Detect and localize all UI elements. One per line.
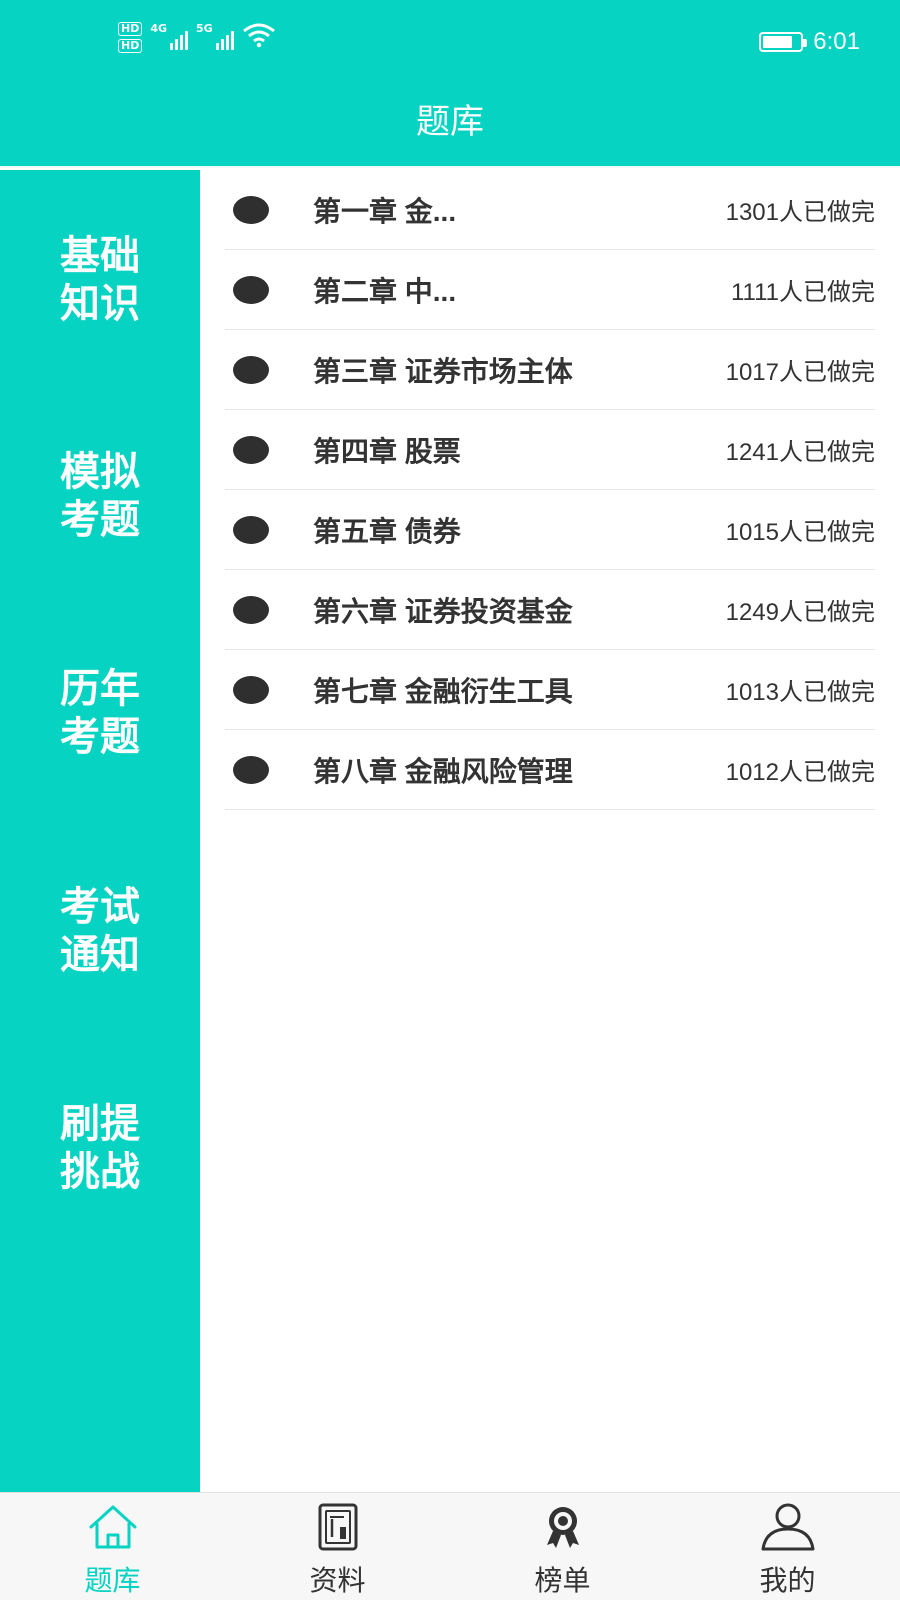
chapter-title: 第六章 证券投资基金 (313, 595, 573, 627)
tab-label: 资料 (309, 1564, 366, 1597)
chapter-row[interactable]: 第七章 金融衍生工具 1013人已做完 (225, 650, 875, 730)
chapter-row[interactable]: 第五章 债券 1015人已做完 (225, 490, 875, 570)
network-type-2: 5G (196, 22, 213, 35)
sidebar-item-label-2: 知识 (60, 281, 140, 327)
sidebar: 基础 知识 模拟 考题 历年 考题 考试 通知 刷提 挑战 (0, 170, 200, 1492)
sidebar-item-challenge[interactable]: 刷提 挑战 (0, 1100, 200, 1196)
completed-count: 1013人已做完 (725, 679, 875, 706)
sidebar-item-label-2: 通知 (60, 932, 140, 978)
chapter-title: 第三章 证券市场主体 (313, 355, 573, 387)
chapter-row[interactable]: 第三章 证券市场主体 1017人已做完 (225, 330, 875, 410)
sidebar-item-basic-knowledge[interactable]: 基础 知识 (0, 232, 200, 328)
completed-count: 1017人已做完 (725, 359, 875, 386)
tab-label: 题库 (84, 1564, 141, 1597)
tab-question-bank[interactable]: 题库 (0, 1493, 225, 1600)
tab-label: 榜单 (534, 1564, 591, 1597)
bullet-icon (233, 275, 269, 304)
chapter-title: 第二章 中... (313, 275, 457, 307)
chapter-title: 第五章 债券 (313, 515, 461, 547)
completed-count: 1111人已做完 (730, 279, 875, 306)
document-icon (318, 1503, 357, 1551)
status-right: 6:01 (759, 28, 860, 56)
user-icon (761, 1503, 814, 1551)
sidebar-item-label-1: 模拟 (60, 449, 140, 495)
sidebar-item-past-exams[interactable]: 历年 考题 (0, 665, 200, 761)
network-type-1: 4G (150, 22, 168, 35)
completed-count: 1241人已做完 (725, 439, 875, 466)
page-header: 题库 (0, 84, 900, 168)
completed-count: 1015人已做完 (725, 519, 875, 546)
wifi-icon (242, 23, 275, 48)
hd1-label: HD (118, 22, 143, 36)
status-left: HD HD 4G 5G (118, 22, 276, 53)
bullet-icon (233, 355, 269, 384)
tab-materials[interactable]: 资料 (225, 1493, 450, 1600)
bottom-nav: 题库 资料 榜单 我的 (0, 1492, 900, 1600)
sidebar-item-label-1: 刷提 (60, 1101, 140, 1147)
chapter-title: 第七章 金融衍生工具 (313, 675, 573, 707)
sidebar-item-mock-exam[interactable]: 模拟 考题 (0, 448, 200, 544)
sidebar-item-label-2: 挑战 (60, 1149, 140, 1195)
tab-profile[interactable]: 我的 (675, 1493, 900, 1600)
hd-icon: HD HD (118, 22, 143, 53)
bullet-icon (233, 755, 269, 784)
tab-label: 我的 (759, 1564, 816, 1597)
chapter-title: 第一章 金... (313, 195, 457, 227)
signal-icon: 5G (196, 22, 234, 50)
bullet-icon (233, 435, 269, 464)
chapter-row[interactable]: 第六章 证券投资基金 1249人已做完 (225, 570, 875, 650)
bullet-icon (233, 195, 269, 224)
chapter-row[interactable]: 第二章 中... 1111人已做完 (225, 250, 875, 330)
sidebar-item-label-1: 历年 (60, 666, 140, 712)
chapter-title: 第八章 金融风险管理 (313, 755, 573, 787)
bullet-icon (233, 675, 269, 704)
tab-ranking[interactable]: 榜单 (450, 1493, 675, 1600)
hd2-label: HD (118, 39, 143, 53)
completed-count: 1012人已做完 (725, 759, 875, 786)
chapter-row[interactable]: 第一章 金... 1301人已做完 (225, 170, 875, 250)
chapter-row[interactable]: 第四章 股票 1241人已做完 (225, 410, 875, 490)
battery-icon (759, 32, 808, 52)
sidebar-item-exam-notice[interactable]: 考试 通知 (0, 883, 200, 979)
signal-icon: 4G (150, 22, 189, 50)
sidebar-item-label-1: 基础 (60, 233, 140, 279)
sidebar-item-label-1: 考试 (60, 884, 140, 930)
bullet-icon (233, 515, 269, 544)
app-screen: HD HD 4G 5G 6:01 题库 基础 知识 模拟 考题 历年 考题 考试… (0, 0, 900, 1600)
completed-count: 1249人已做完 (725, 599, 875, 626)
status-bar: HD HD 4G 5G 6:01 (0, 0, 900, 84)
award-icon (546, 1507, 579, 1548)
chapter-row[interactable]: 第八章 金融风险管理 1012人已做完 (225, 730, 875, 810)
page-title: 题库 (416, 103, 484, 141)
chapter-list: 第一章 金... 1301人已做完 第二章 中... 1111人已做完 第三章 … (200, 170, 900, 1492)
sidebar-item-label-2: 考题 (60, 497, 140, 543)
completed-count: 1301人已做完 (725, 199, 875, 226)
home-icon (89, 1505, 136, 1549)
clock: 6:01 (813, 28, 860, 55)
chapter-title: 第四章 股票 (313, 435, 461, 467)
sidebar-item-label-2: 考题 (60, 714, 140, 760)
bullet-icon (233, 595, 269, 624)
